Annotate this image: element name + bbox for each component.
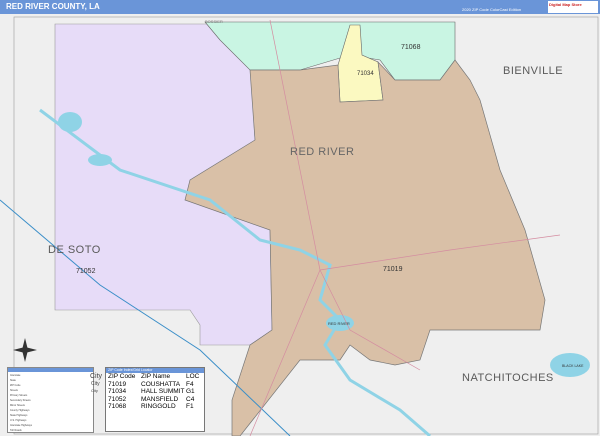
- map-legend: Interstate State ZIP Code Streets Primar…: [7, 367, 102, 433]
- lake: [58, 112, 82, 132]
- county-label-natchitoches: NATCHITOCHES: [462, 372, 554, 384]
- legend-item: Primary Streets: [10, 394, 28, 397]
- zip-label: 71034: [357, 71, 374, 77]
- legend-header: [8, 368, 93, 372]
- legend-item: U.S. Highways: [10, 419, 27, 422]
- zip-label: 71068: [401, 44, 421, 51]
- legend-item: Minor Streets: [10, 404, 25, 407]
- zip-label: 71052: [76, 268, 96, 275]
- legend-item: Interstate Highways: [10, 424, 32, 427]
- legend-item: State: [10, 379, 16, 382]
- logo: Digital Map Store: [548, 1, 598, 13]
- legend-item: Interstate: [10, 374, 21, 377]
- legend-city: City: [90, 373, 103, 380]
- table-row: 71019 COUSHATTA F4: [108, 380, 194, 388]
- zip-code-index-table: ZIP Code Index/Grid Locator ZIP Code ZIP …: [105, 367, 205, 432]
- legend-item: ZIP Code: [10, 384, 21, 387]
- county-label-bienville: BIENVILLE: [503, 65, 564, 77]
- table-header-row: ZIP Code ZIP Name LOC: [108, 373, 200, 380]
- legend-item: State Highways: [10, 414, 28, 417]
- legend-item: County Highways: [10, 409, 30, 412]
- table-row: 71052 MANSFIELD C4: [108, 395, 195, 403]
- lake: [88, 154, 112, 166]
- county-label-bossier: BOSSIER: [205, 19, 223, 24]
- map-title: RED RIVER COUNTY, LA: [6, 2, 100, 11]
- county-label-red-river: RED RIVER: [290, 146, 355, 158]
- edition-label: 2020 ZIP Code ColorCast Edition: [462, 7, 522, 12]
- county-label-de-soto: DE SOTO: [48, 244, 101, 256]
- water-label-red-river: RED RIVER: [328, 321, 350, 326]
- legend-city: City: [91, 388, 98, 393]
- title-bar: RED RIVER COUNTY, LA 2020 ZIP Code Color…: [0, 0, 600, 14]
- legend-item: Streets: [10, 389, 18, 392]
- zip-label: 71019: [383, 266, 403, 273]
- water-label-black-lake: BLACK LAKE: [562, 364, 584, 368]
- table-row: 71068 RINGGOLD F1: [108, 403, 194, 411]
- legend-city: City: [91, 381, 100, 387]
- legend-item: Secondary Streets: [10, 399, 31, 402]
- legend-item: Toll Roads: [10, 429, 22, 432]
- table-row: 71034 HALL SUMMIT G1: [108, 388, 195, 396]
